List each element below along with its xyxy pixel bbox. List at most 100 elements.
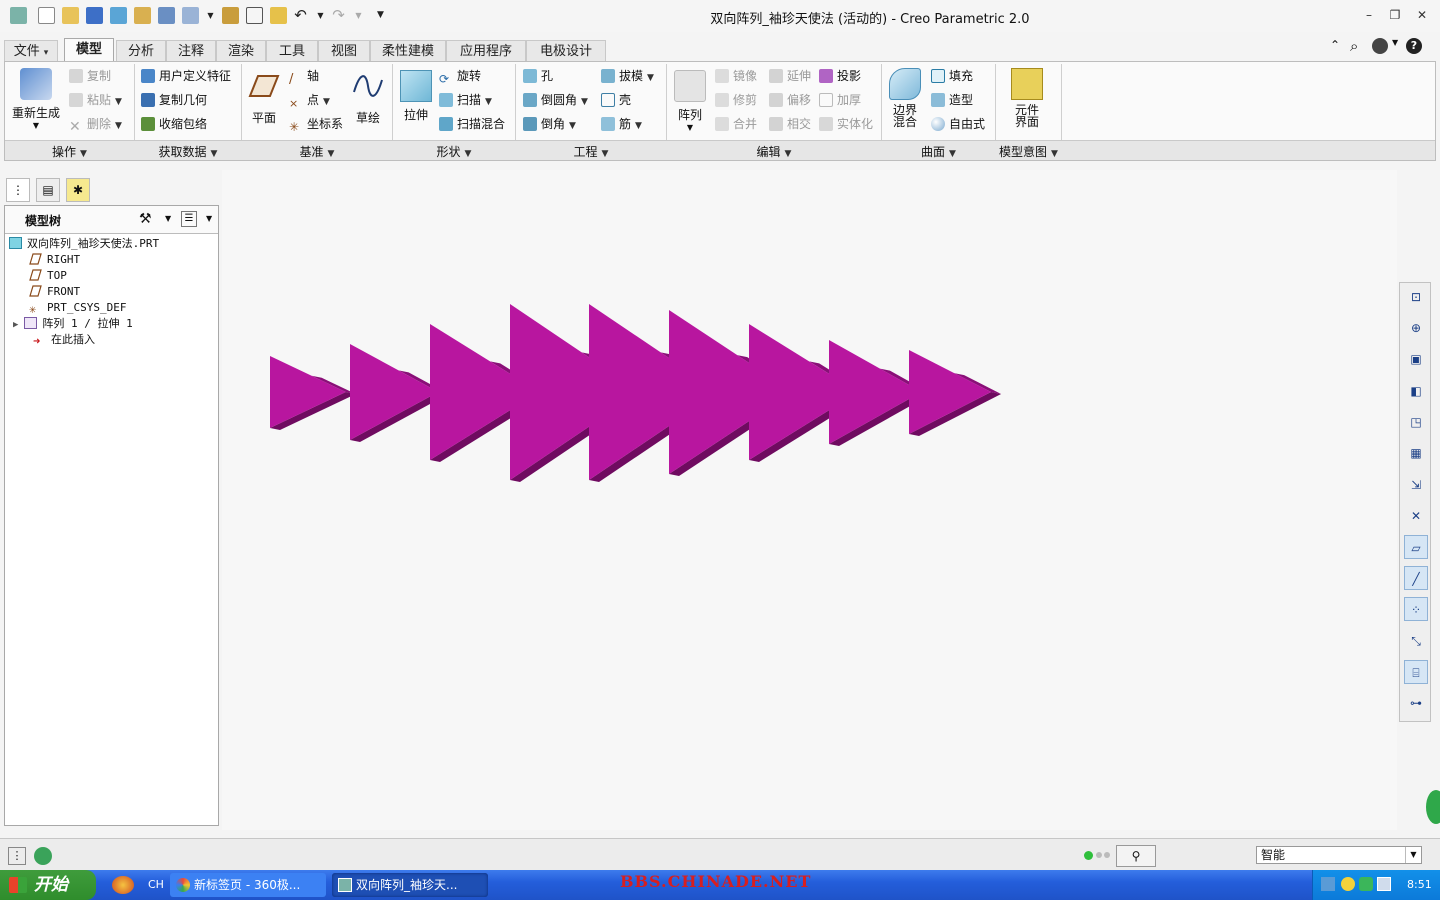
draft-button[interactable]: 拔模 ▼ [601,66,654,86]
merge-button[interactable]: 合并 [715,114,757,134]
volume-icon[interactable] [1377,877,1391,891]
udf-button[interactable]: 用户定义特征 [141,66,231,86]
tab-electrode-design[interactable]: 电极设计 [526,40,606,62]
restore-button[interactable]: ❐ [1386,7,1404,23]
search-icon[interactable]: ⌕ [1350,37,1358,55]
folder-icon[interactable] [270,7,287,24]
extend-button[interactable]: 延伸 [769,66,811,86]
help-icon[interactable]: ? [1406,38,1422,54]
group-engineering[interactable]: 工程 ▼ [516,143,666,160]
freestyle-button[interactable]: 自由式 [931,114,985,134]
tray-app-icon[interactable] [1341,877,1355,891]
tab-tools[interactable]: 工具 [266,40,318,62]
sweep-button[interactable]: 扫描 ▼ [439,90,492,110]
tree-node-top[interactable]: TOP [29,268,67,284]
axis-button[interactable]: / 轴 [289,66,319,87]
zoom-in-icon[interactable]: ⊕ [1404,316,1428,340]
edit-icon[interactable] [222,7,239,24]
trim-button[interactable]: 修剪 [715,90,757,110]
tree-filters-icon[interactable]: ☰ [181,211,197,227]
repaint-icon[interactable]: ◧ [1404,379,1428,403]
tab-flexible-modeling[interactable]: 柔性建模 [370,40,446,62]
minimize-ribbon-icon[interactable]: ⌃ [1330,38,1340,52]
checkbox-icon[interactable] [246,7,263,24]
group-get-data[interactable]: 获取数据 ▼ [135,143,241,160]
group-operations[interactable]: 操作 ▼ [5,143,134,160]
solidify-button[interactable]: 实体化 [819,114,873,134]
offset-button[interactable]: 偏移 [769,90,811,110]
pattern-instance[interactable] [270,356,356,430]
tab-render[interactable]: 渲染 [216,40,266,62]
pattern-instance[interactable] [909,350,1002,436]
folder-browser-tab-icon[interactable]: ▤ [36,178,60,202]
chamfer-button[interactable]: 倒角 ▼ [523,114,576,134]
component-interface-button[interactable]: 元件 界面 [1009,68,1045,128]
close-button[interactable]: ✕ [1413,7,1431,23]
tab-file[interactable]: 文件 ▾ [4,40,58,62]
style-button[interactable]: 造型 [931,90,973,110]
expand-arrow-icon[interactable]: ▶ [13,320,18,330]
sketch-button[interactable]: 草绘 [351,70,385,126]
new-file-icon[interactable] [38,7,55,24]
point-button[interactable]: × 点 ▼ [289,90,330,110]
save-copy-icon[interactable] [110,7,127,24]
thicken-button[interactable]: 加厚 [819,90,861,110]
model-tree-tab-icon[interactable]: ⋮ [6,178,30,202]
plane-display-icon[interactable]: ▱ [1404,535,1428,559]
boundary-blend-button[interactable]: 边界 混合 [887,68,923,128]
chevron-down-icon[interactable]: ▼ [350,7,367,24]
annotation-display-icon[interactable]: ⌸ [1404,660,1428,684]
csys-display-icon[interactable]: ⤡ [1404,629,1428,653]
chevron-down-icon[interactable]: ▼ [202,7,219,24]
browser-toggle-icon[interactable] [34,847,52,865]
selection-filter[interactable]: 智能 ▼ [1256,846,1422,864]
undo-icon[interactable]: ↶ [292,7,309,24]
spin-center-icon[interactable]: ⊶ [1404,691,1428,715]
chevron-down-icon[interactable]: ▼ [206,214,212,223]
revolve-button[interactable]: ⟳ 旋转 [439,66,481,86]
tree-node-insert-here[interactable]: ➜ 在此插入 [33,332,95,348]
refit-icon[interactable]: ⊡ [1404,285,1428,309]
point-display-icon[interactable]: ⁘ [1404,597,1428,621]
group-model-intent[interactable]: 模型意图 ▼ [996,143,1061,160]
group-surfaces[interactable]: 曲面 ▼ [882,143,995,160]
tab-view[interactable]: 视图 [318,40,370,62]
datum-display-icon[interactable]: ✕ [1404,504,1428,528]
extrude-button[interactable]: 拉伸 [399,70,433,123]
windows-icon[interactable] [182,7,199,24]
delete-button[interactable]: ✕ 删除 ▼ [69,114,122,134]
mirror-button[interactable]: 镜像 [715,66,757,86]
favorites-tab-icon[interactable]: ✱ [66,178,90,202]
security-shield-icon[interactable] [1359,877,1373,891]
language-indicator[interactable]: CH [148,878,164,891]
task-creo[interactable]: 双向阵列_袖珍天... [332,873,488,897]
regenerate-qa-icon[interactable] [158,7,175,24]
group-editing[interactable]: 编辑 ▼ [667,143,881,160]
tab-applications[interactable]: 应用程序 [446,40,526,62]
customize-toolbar-icon[interactable]: ▼ [372,7,389,24]
open-folder-icon[interactable] [62,7,79,24]
quick-launch-icon[interactable] [112,876,134,894]
swept-blend-button[interactable]: 扫描混合 [439,114,505,134]
project-button[interactable]: 投影 [819,66,861,86]
find-icon[interactable]: ⚲ [1116,845,1156,867]
side-widget-icon[interactable] [1426,790,1440,824]
tree-node-right[interactable]: RIGHT [29,252,80,268]
group-shapes[interactable]: 形状 ▼ [393,143,515,160]
shrinkwrap-button[interactable]: 收缩包络 [141,114,207,134]
tab-model[interactable]: 模型 [64,38,114,62]
chevron-down-icon[interactable]: ▼ [165,214,171,223]
hole-button[interactable]: 孔 [523,66,553,86]
pattern-button[interactable]: 阵列 ▼ [673,70,707,132]
minimize-button[interactable]: – [1360,7,1378,23]
network-icon[interactable] [1321,877,1335,891]
tab-analysis[interactable]: 分析 [116,40,166,62]
tree-node-csys[interactable]: ✳ PRT_CSYS_DEF [29,300,126,316]
chevron-down-icon[interactable]: ▼ [1392,38,1398,47]
erase-icon[interactable] [134,7,151,24]
graphics-window[interactable] [222,170,1397,830]
zoom-out-icon[interactable]: ▣ [1404,347,1428,371]
view-manager-icon[interactable]: ⇲ [1404,473,1428,497]
start-button[interactable]: 开始 [0,870,96,900]
chevron-down-icon[interactable]: ▼ [1405,847,1421,863]
